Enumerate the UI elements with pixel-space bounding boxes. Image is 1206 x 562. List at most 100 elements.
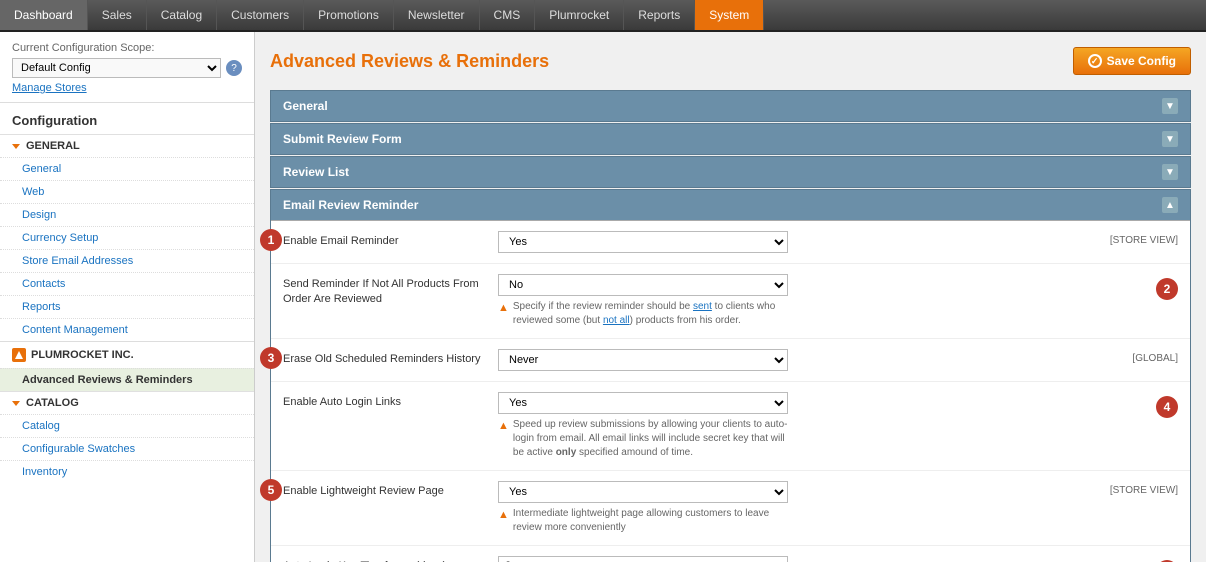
form-row-timeframe: Auto Login Key Timeframe (days) 6	[271, 546, 1190, 562]
scope-label: Current Configuration Scope:	[12, 42, 242, 54]
select-auto-login[interactable]: Yes No	[498, 392, 788, 414]
accordion-review-list-toggle[interactable]: ▼	[1162, 164, 1178, 180]
accordion-email-reminder: Email Review Reminder ▲ 1 Enable Email R…	[270, 189, 1191, 562]
hint-lightweight-text: Intermediate lightweight page allowing c…	[513, 507, 788, 535]
select-erase-history[interactable]: Never 1 Day 7 Days 30 Days	[498, 349, 788, 371]
general-arrow-icon	[12, 144, 20, 149]
form-row-auto-login: Enable Auto Login Links Yes No ▲ Speed u…	[271, 382, 1190, 471]
hint-auto-login-triangle: ▲	[498, 419, 509, 460]
nav-reports[interactable]: Reports	[624, 0, 695, 30]
general-group-label: GENERAL	[26, 140, 80, 152]
scope-erase-history: [GLOBAL]	[1088, 349, 1178, 364]
nav-system[interactable]: System	[695, 0, 764, 30]
nav-customers[interactable]: Customers	[217, 0, 304, 30]
input-cell-erase-history: Never 1 Day 7 Days 30 Days	[498, 349, 1073, 371]
badge-4-inline: 4	[1156, 396, 1178, 418]
label-timeframe: Auto Login Key Timeframe (days)	[283, 556, 483, 562]
sidebar-item-reports[interactable]: Reports	[0, 295, 254, 318]
sidebar-item-inventory[interactable]: Inventory	[0, 460, 254, 483]
hint-triangle-icon: ▲	[498, 301, 509, 328]
sidebar-general-group[interactable]: GENERAL	[0, 134, 254, 157]
hint-auto-login-text: Speed up review submissions by allowing …	[513, 418, 788, 460]
accordion-submit-review-label: Submit Review Form	[283, 132, 402, 146]
nav-sales[interactable]: Sales	[88, 0, 147, 30]
accordion-email-reminder-toggle[interactable]: ▲	[1162, 197, 1178, 213]
manage-stores-link[interactable]: Manage Stores	[12, 82, 242, 94]
sidebar-plumrocket-group[interactable]: PLUMROCKET INC.	[0, 341, 254, 368]
scope-auto-login: 4	[1088, 392, 1178, 418]
scope-enable-reminder: [STORE VIEW]	[1088, 231, 1178, 246]
accordion-submit-review-toggle[interactable]: ▼	[1162, 131, 1178, 147]
accordion-general-toggle[interactable]: ▼	[1162, 98, 1178, 114]
sidebar-item-web[interactable]: Web	[0, 180, 254, 203]
content-area: Advanced Reviews & Reminders ✓ Save Conf…	[255, 32, 1206, 562]
sidebar-item-catalog[interactable]: Catalog	[0, 414, 254, 437]
sidebar-item-configurable-swatches[interactable]: Configurable Swatches	[0, 437, 254, 460]
save-icon: ✓	[1088, 54, 1102, 68]
nav-cms[interactable]: CMS	[480, 0, 536, 30]
label-enable-reminder: Enable Email Reminder	[283, 231, 483, 249]
label-auto-login: Enable Auto Login Links	[283, 392, 483, 410]
accordion-review-list-header[interactable]: Review List ▼	[271, 157, 1190, 187]
scope-select-row: Default Config ?	[12, 58, 242, 78]
select-lightweight[interactable]: Yes No	[498, 481, 788, 503]
form-row-enable-reminder: 1 Enable Email Reminder Yes No [STORE VI…	[271, 221, 1190, 264]
select-send-reminder[interactable]: No Yes	[498, 274, 788, 296]
label-lightweight: Enable Lightweight Review Page	[283, 481, 483, 499]
catalog-group-label: CATALOG	[26, 397, 79, 409]
label-send-reminder: Send Reminder If Not All Products From O…	[283, 274, 483, 308]
nav-dashboard[interactable]: Dashboard	[0, 0, 88, 30]
badge-3: 3	[260, 347, 282, 369]
sidebar-item-design[interactable]: Design	[0, 203, 254, 226]
save-config-label: Save Config	[1107, 54, 1176, 68]
hint-lightweight: ▲ Intermediate lightweight page allowing…	[498, 507, 788, 535]
scope-section: Current Configuration Scope: Default Con…	[0, 32, 254, 103]
sidebar-item-store-email[interactable]: Store Email Addresses	[0, 249, 254, 272]
content-header: Advanced Reviews & Reminders ✓ Save Conf…	[270, 47, 1191, 75]
nav-catalog[interactable]: Catalog	[147, 0, 217, 30]
form-row-send-reminder: Send Reminder If Not All Products From O…	[271, 264, 1190, 339]
input-cell-send-reminder: No Yes ▲ Specify if the review reminder …	[498, 274, 1073, 328]
form-row-lightweight: 5 Enable Lightweight Review Page Yes No …	[271, 471, 1190, 546]
accordion-submit-review: Submit Review Form ▼	[270, 123, 1191, 155]
hint-lightweight-triangle: ▲	[498, 508, 509, 535]
badge-1: 1	[260, 229, 282, 251]
nav-newsletter[interactable]: Newsletter	[394, 0, 480, 30]
sidebar-item-contacts[interactable]: Contacts	[0, 272, 254, 295]
accordion-general-label: General	[283, 99, 328, 113]
input-timeframe[interactable]	[498, 556, 788, 562]
accordion-review-list-label: Review List	[283, 165, 349, 179]
nav-plumrocket[interactable]: Plumrocket	[535, 0, 624, 30]
sidebar-item-content-mgmt[interactable]: Content Management	[0, 318, 254, 341]
hint-send-reminder-text: Specify if the review reminder should be…	[513, 300, 788, 328]
accordion-submit-review-header[interactable]: Submit Review Form ▼	[271, 124, 1190, 154]
top-navigation: Dashboard Sales Catalog Customers Promot…	[0, 0, 1206, 32]
input-cell-enable-reminder: Yes No	[498, 231, 1073, 253]
email-reminder-content: 1 Enable Email Reminder Yes No [STORE VI…	[271, 220, 1190, 562]
label-erase-history: Erase Old Scheduled Reminders History	[283, 349, 483, 367]
form-row-erase-history: 3 Erase Old Scheduled Reminders History …	[271, 339, 1190, 382]
scope-send-reminder: 2	[1088, 274, 1178, 300]
sidebar: Current Configuration Scope: Default Con…	[0, 32, 255, 562]
nav-promotions[interactable]: Promotions	[304, 0, 394, 30]
sidebar-item-general[interactable]: General	[0, 157, 254, 180]
input-cell-auto-login: Yes No ▲ Speed up review submissions by …	[498, 392, 1073, 460]
accordion-email-reminder-header[interactable]: Email Review Reminder ▲	[271, 190, 1190, 220]
scope-select[interactable]: Default Config	[12, 58, 221, 78]
save-config-button[interactable]: ✓ Save Config	[1073, 47, 1191, 75]
scope-timeframe: 6	[1088, 556, 1178, 562]
sidebar-item-advanced-reviews[interactable]: Advanced Reviews & Reminders	[0, 368, 254, 391]
plumrocket-icon	[12, 348, 26, 362]
catalog-arrow-icon	[12, 401, 20, 406]
scope-help-icon[interactable]: ?	[226, 60, 242, 76]
input-cell-timeframe	[498, 556, 1073, 562]
hint-send-reminder: ▲ Specify if the review reminder should …	[498, 300, 788, 328]
input-cell-lightweight: Yes No ▲ Intermediate lightweight page a…	[498, 481, 1073, 535]
sidebar-item-currency[interactable]: Currency Setup	[0, 226, 254, 249]
plumrocket-group-label: PLUMROCKET INC.	[31, 349, 134, 361]
accordion-general-header[interactable]: General ▼	[271, 91, 1190, 121]
hint-auto-login: ▲ Speed up review submissions by allowin…	[498, 418, 788, 460]
badge-2-inline: 2	[1156, 278, 1178, 300]
select-enable-reminder[interactable]: Yes No	[498, 231, 788, 253]
sidebar-catalog-group[interactable]: CATALOG	[0, 391, 254, 414]
